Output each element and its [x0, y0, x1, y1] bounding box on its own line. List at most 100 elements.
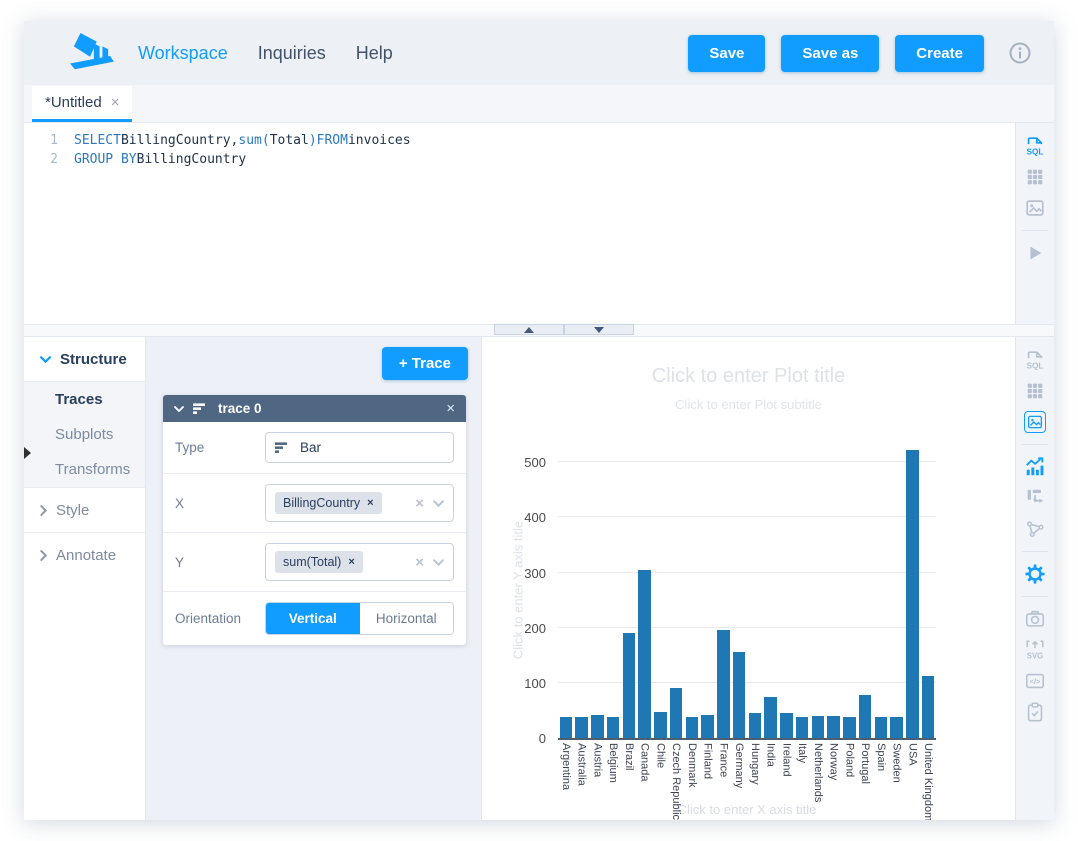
collapse-down-button[interactable] [564, 324, 634, 335]
collapse-up-button[interactable] [494, 324, 564, 335]
x-axis-title-placeholder[interactable]: Click to enter X axis title [678, 802, 817, 817]
sql-file-icon[interactable]: SQL [1024, 135, 1046, 157]
remove-tag-icon[interactable]: × [367, 497, 373, 509]
x-category-label: India [765, 743, 777, 767]
sidebar-section-style[interactable]: Style [24, 487, 145, 532]
sql-file-icon[interactable]: SQL [1024, 349, 1046, 371]
sidebar-item-traces[interactable]: Traces [24, 382, 145, 417]
bar-Norway[interactable] [827, 716, 840, 738]
clear-select-icon[interactable]: × [415, 495, 424, 512]
chart-image-icon[interactable] [1024, 411, 1046, 433]
bar-Chile[interactable] [654, 712, 667, 738]
sidebar-section-label: Style [56, 502, 89, 519]
run-play-icon[interactable] [1024, 242, 1046, 264]
copy-clipboard-icon[interactable] [1024, 701, 1046, 723]
gridline [558, 461, 936, 462]
embed-code-icon[interactable]: </> [1024, 670, 1046, 692]
x-column-tag[interactable]: BillingCountry × [275, 492, 382, 514]
orientation-vertical-option[interactable]: Vertical [266, 603, 360, 634]
bar-United Kingdom[interactable] [922, 676, 935, 738]
bar-Poland[interactable] [843, 717, 856, 738]
panel-splitter[interactable] [24, 324, 1054, 337]
bar-India[interactable] [764, 697, 777, 738]
top-navbar: Workspace Inquiries Help Save Save as Cr… [24, 21, 1054, 85]
svg-export-icon[interactable]: SVG [1024, 639, 1046, 661]
code-line[interactable]: 1SELECT BillingCountry, sum(Total) FROM … [24, 131, 1015, 150]
bar-France[interactable] [717, 630, 730, 738]
code-line[interactable]: 2GROUP BY BillingCountry [24, 150, 1015, 169]
bar-Canada[interactable] [638, 570, 651, 738]
sidebar-item-transforms[interactable]: Transforms [24, 452, 145, 487]
bar-Czech Republic[interactable] [670, 688, 683, 738]
y-axis-title-placeholder[interactable]: Click to enter Y axis title [511, 521, 526, 659]
trace-0-header[interactable]: trace 0 × [163, 395, 466, 422]
plot-subtitle-placeholder[interactable]: Click to enter Plot subtitle [482, 397, 1015, 412]
create-button[interactable]: Create [895, 35, 984, 72]
bar-trace-icon [193, 403, 209, 415]
bar-Portugal[interactable] [859, 695, 872, 738]
type-label: Type [175, 440, 265, 455]
nav-links: Workspace Inquiries Help [138, 43, 393, 64]
x-category-label: Belgium [607, 743, 619, 783]
y-column-select[interactable]: sum(Total) × × [265, 543, 454, 581]
nav-link-help[interactable]: Help [356, 43, 393, 64]
add-trace-button[interactable]: + Trace [382, 347, 468, 380]
trace-type-select[interactable]: Bar [265, 432, 454, 463]
remove-tag-icon[interactable]: × [348, 556, 354, 568]
camera-png-export-icon[interactable] [1024, 608, 1046, 630]
panel-expand-handle[interactable] [24, 447, 31, 459]
sidebar-section-annotate[interactable]: Annotate [24, 532, 145, 577]
y-column-tag[interactable]: sum(Total) × [275, 551, 363, 573]
bar-Australia[interactable] [575, 717, 588, 738]
chevron-down-icon[interactable] [433, 559, 444, 566]
falcon-logo-icon[interactable] [68, 33, 114, 73]
bar-Sweden[interactable] [890, 717, 903, 738]
plot-title-placeholder[interactable]: Click to enter Plot title [482, 365, 1015, 388]
bar-Italy[interactable] [796, 717, 809, 738]
sidebar-section-structure[interactable]: Structure [24, 337, 145, 381]
tab-close-icon[interactable]: × [111, 94, 120, 111]
close-trace-icon[interactable]: × [446, 400, 455, 417]
chevron-down-icon[interactable] [433, 500, 444, 507]
chart-image-icon[interactable] [1024, 197, 1046, 219]
bar-Ireland[interactable] [780, 713, 793, 738]
bar-USA[interactable] [906, 450, 919, 738]
save-as-button[interactable]: Save as [781, 35, 879, 72]
bar-Netherlands[interactable] [812, 716, 825, 738]
settings-gear-icon[interactable] [1024, 563, 1046, 585]
svg-text:</>: </> [1030, 677, 1041, 686]
nav-link-workspace[interactable]: Workspace [138, 43, 228, 64]
bar-chart-plot-area[interactable]: 0100200300400500ArgentinaAustraliaAustri… [558, 443, 936, 740]
bar-Austria[interactable] [591, 715, 604, 739]
chart-traces-icon[interactable] [1024, 456, 1046, 478]
bar-Argentina[interactable] [560, 717, 573, 738]
bar-Spain[interactable] [875, 717, 888, 738]
data-table-icon[interactable] [1024, 380, 1046, 402]
x-category-label: USA [906, 743, 918, 766]
nav-link-inquiries[interactable]: Inquiries [258, 43, 326, 64]
orientation-horizontal-option[interactable]: Horizontal [360, 603, 454, 634]
gridline [558, 516, 936, 517]
data-table-icon[interactable] [1024, 166, 1046, 188]
x-category-label: France [717, 743, 729, 777]
bar-Brazil[interactable] [623, 633, 636, 738]
x-column-select[interactable]: BillingCountry × × [265, 484, 454, 522]
editor-tab-bar: *Untitled × [24, 85, 1054, 123]
sidebar-section-label: Annotate [56, 547, 116, 564]
sql-code-editor[interactable]: 1SELECT BillingCountry, sum(Total) FROM … [24, 123, 1015, 324]
clear-select-icon[interactable]: × [415, 554, 424, 571]
bar-Denmark[interactable] [686, 717, 699, 738]
sql-token: invoices [348, 131, 411, 150]
bar-Finland[interactable] [701, 715, 714, 738]
bar-Germany[interactable] [733, 652, 746, 738]
sidebar-item-subplots[interactable]: Subplots [24, 417, 145, 452]
bar-Hungary[interactable] [749, 713, 762, 738]
info-circle-icon[interactable] [1008, 41, 1032, 65]
x-category-label: Australia [576, 743, 588, 786]
bar-Belgium[interactable] [607, 717, 620, 738]
save-button[interactable]: Save [688, 35, 765, 72]
lasso-annotate-icon[interactable] [1024, 518, 1046, 540]
orientation-field-row: Orientation Vertical Horizontal [163, 592, 466, 645]
tab-untitled[interactable]: *Untitled × [32, 86, 132, 122]
axes-move-icon[interactable] [1024, 487, 1046, 509]
